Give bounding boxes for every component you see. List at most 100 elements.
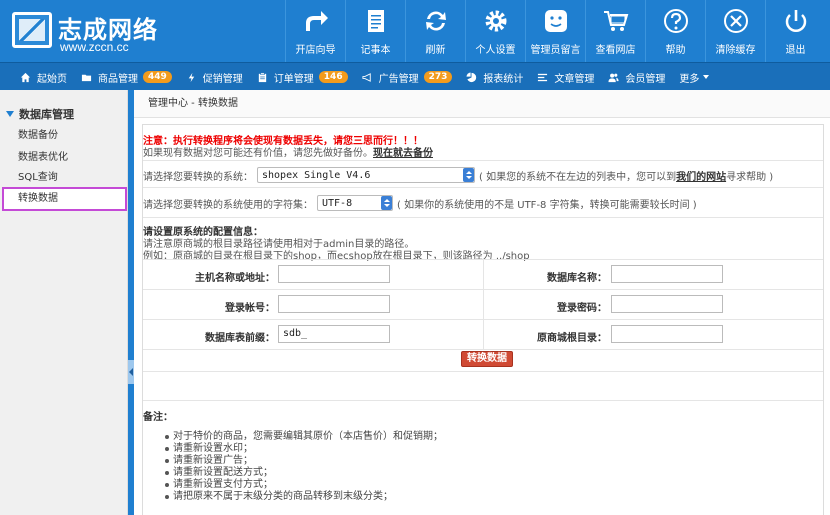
user-input[interactable] xyxy=(278,295,390,313)
top-item-clear-cache[interactable]: 清除缓存 xyxy=(705,0,765,62)
sidebar-heading: 数据库管理 xyxy=(19,108,74,121)
host-input[interactable] xyxy=(278,265,390,283)
smiley-icon xyxy=(545,10,567,32)
menu-item-members[interactable]: 会员管理 xyxy=(608,70,665,85)
top-item-view-store[interactable]: 查看网店 xyxy=(585,0,645,62)
system-select[interactable]: shopex Single V4.6 xyxy=(257,167,475,183)
notes-heading: 备注： xyxy=(143,412,173,423)
charset-select-hint: ( 如果你的系统使用的不是 UTF-8 字符集，转换可能需要较长时间 ) xyxy=(397,199,697,211)
home-icon xyxy=(20,72,31,82)
charset-select-row: 请选择您要转换的系统使用的字符集： UTF-8 ( 如果你的系统使用的不是 UT… xyxy=(143,195,697,211)
convert-panel: 注意：执行转换程序将会使现有数据丢失，请您三思而行！！！ 如果现有数据对您可能还… xyxy=(142,124,824,515)
notepad-icon xyxy=(368,10,384,32)
menu-item-label: 促销管理 xyxy=(202,73,243,85)
system-select-value: shopex Single V4.6 xyxy=(262,169,371,181)
charset-select[interactable]: UTF-8 xyxy=(317,195,393,211)
list-item: 请重新设置配送方式； xyxy=(165,467,443,479)
backup-link[interactable]: 现在就去备份 xyxy=(373,148,433,159)
system-select-label: 请选择您要转换的系统： xyxy=(143,171,253,183)
caret-down-icon xyxy=(703,75,710,79)
divider xyxy=(143,187,823,188)
top-item-notepad[interactable]: 记事本 xyxy=(345,0,405,62)
top-item-refresh[interactable]: 刷新 xyxy=(405,0,465,62)
menu-item-more[interactable]: 更多 xyxy=(679,70,710,85)
menu-item-label: 商品管理 xyxy=(98,73,138,85)
prefix-label: 数据库表前缀： xyxy=(205,333,275,344)
menu-item-ads[interactable]: 广告管理 273 xyxy=(362,70,453,85)
top-item-settings[interactable]: 个人设置 xyxy=(465,0,525,62)
menu-item-label: 报表统计 xyxy=(483,73,524,85)
sidebar-item-convert[interactable]: 转换数据 xyxy=(2,187,127,211)
rootdir-input[interactable] xyxy=(611,325,723,343)
user-label: 登录帐号： xyxy=(225,303,275,314)
top-item-help[interactable]: 帮助 xyxy=(645,0,705,62)
menu-item-label: 会员管理 xyxy=(625,73,666,85)
select-arrows-icon xyxy=(463,168,474,182)
convert-button[interactable]: 转换数据 xyxy=(461,351,513,367)
hint-text: ( 如果您的系统不在左边的列表中，您可以到 xyxy=(479,171,677,183)
power-icon xyxy=(785,10,807,32)
system-select-hint: ( 如果您的系统不在左边的列表中，您可以到我们的网站寻求帮助 ) xyxy=(479,168,773,183)
top-item-label: 管理员留言 xyxy=(530,45,581,56)
top-toolbar: 开店向导 记事本 刷新 个人设置 管理员留言 查看网店 帮助 清除缓存 退出 xyxy=(285,0,825,62)
menu-item-label: 起始页 xyxy=(37,73,67,85)
menu-item-label: 文章管理 xyxy=(554,73,595,85)
clipboard-icon xyxy=(258,72,266,82)
help-icon xyxy=(664,9,688,33)
top-item-label: 退出 xyxy=(785,45,806,56)
dbname-input[interactable] xyxy=(611,265,723,283)
list-item: 请重新设置支付方式； xyxy=(165,479,443,491)
list-icon xyxy=(538,73,548,81)
ads-count-badge: 273 xyxy=(423,71,453,83)
menu-item-reports[interactable]: 报表统计 xyxy=(466,70,523,85)
top-item-label: 查看网店 xyxy=(595,45,636,56)
logo-url: www.zccn.cc xyxy=(60,40,129,54)
cart-icon xyxy=(604,11,629,31)
clear-icon xyxy=(724,9,748,33)
list-item: 请把原来不属于末级分类的商品转移到末级分类； xyxy=(165,491,443,503)
divider xyxy=(143,400,823,401)
logo-icon xyxy=(12,12,52,48)
top-item-label: 个人设置 xyxy=(475,45,516,56)
sidebar-section-database[interactable]: 数据库管理 xyxy=(6,106,74,122)
backup-text: 如果现有数据对您可能还有价值，请您先做好备份。 xyxy=(143,148,373,159)
dbname-label: 数据库名称： xyxy=(547,273,607,284)
top-item-label: 帮助 xyxy=(665,45,686,56)
form-bottom-border xyxy=(143,349,823,350)
top-item-logout[interactable]: 退出 xyxy=(765,0,825,62)
backup-notice: 如果现有数据对您可能还有价值，请您先做好备份。现在就去备份 xyxy=(143,144,433,159)
breadcrumb: 管理中心 - 转换数据 xyxy=(134,90,830,118)
menu-item-promotion[interactable]: 促销管理 xyxy=(186,70,243,85)
prefix-input[interactable]: sdb_ xyxy=(278,325,390,343)
sidebar-item-backup[interactable]: 数据备份 xyxy=(2,124,127,148)
password-input[interactable] xyxy=(611,295,723,313)
our-website-link[interactable]: 我们的网站 xyxy=(676,172,726,183)
users-icon xyxy=(608,73,619,82)
breadcrumb-separator: - xyxy=(188,98,198,109)
breadcrumb-root[interactable]: 管理中心 xyxy=(148,98,188,109)
top-item-messages[interactable]: 管理员留言 xyxy=(525,0,585,62)
menu-item-goods[interactable]: 商品管理 449 xyxy=(81,70,172,85)
system-select-row: 请选择您要转换的系统： shopex Single V4.6 ( 如果您的系统不… xyxy=(143,167,773,183)
menu-item-label: 订单管理 xyxy=(273,73,314,85)
menu-item-orders[interactable]: 订单管理 146 xyxy=(257,70,348,85)
divider xyxy=(143,217,823,218)
orders-count-badge: 146 xyxy=(318,71,348,83)
hint-text: 寻求帮助 ) xyxy=(726,171,774,183)
refresh-icon xyxy=(426,11,446,31)
gear-icon xyxy=(485,10,507,32)
notes-list: 对于特价的商品，您需要编辑其原价（本店售价）和促销期； 请重新设置水印； 请重新… xyxy=(165,431,443,503)
top-item-label: 记事本 xyxy=(360,45,391,56)
menu-item-label: 更多 xyxy=(679,73,700,85)
top-header: 志成网络 www.zccn.cc 开店向导 记事本 刷新 个人设置 管理员留言 … xyxy=(0,0,830,62)
sidebar: 数据库管理 数据备份 数据表优化 SQL查询 转换数据 xyxy=(0,90,128,515)
menu-item-home[interactable]: 起始页 xyxy=(20,70,67,85)
form-row: 数据库表前缀： sdb_ 原商城根目录： xyxy=(143,319,823,350)
select-arrows-icon xyxy=(381,196,392,210)
top-item-wizard[interactable]: 开店向导 xyxy=(285,0,345,62)
rootdir-label: 原商城根目录： xyxy=(537,333,607,344)
menu-item-articles[interactable]: 文章管理 xyxy=(537,70,594,85)
logo[interactable]: 志成网络 www.zccn.cc xyxy=(8,6,248,56)
list-item: 请重新设置广告； xyxy=(165,455,443,467)
main-content: 管理中心 - 转换数据 注意：执行转换程序将会使现有数据丢失，请您三思而行！！！… xyxy=(134,90,830,515)
